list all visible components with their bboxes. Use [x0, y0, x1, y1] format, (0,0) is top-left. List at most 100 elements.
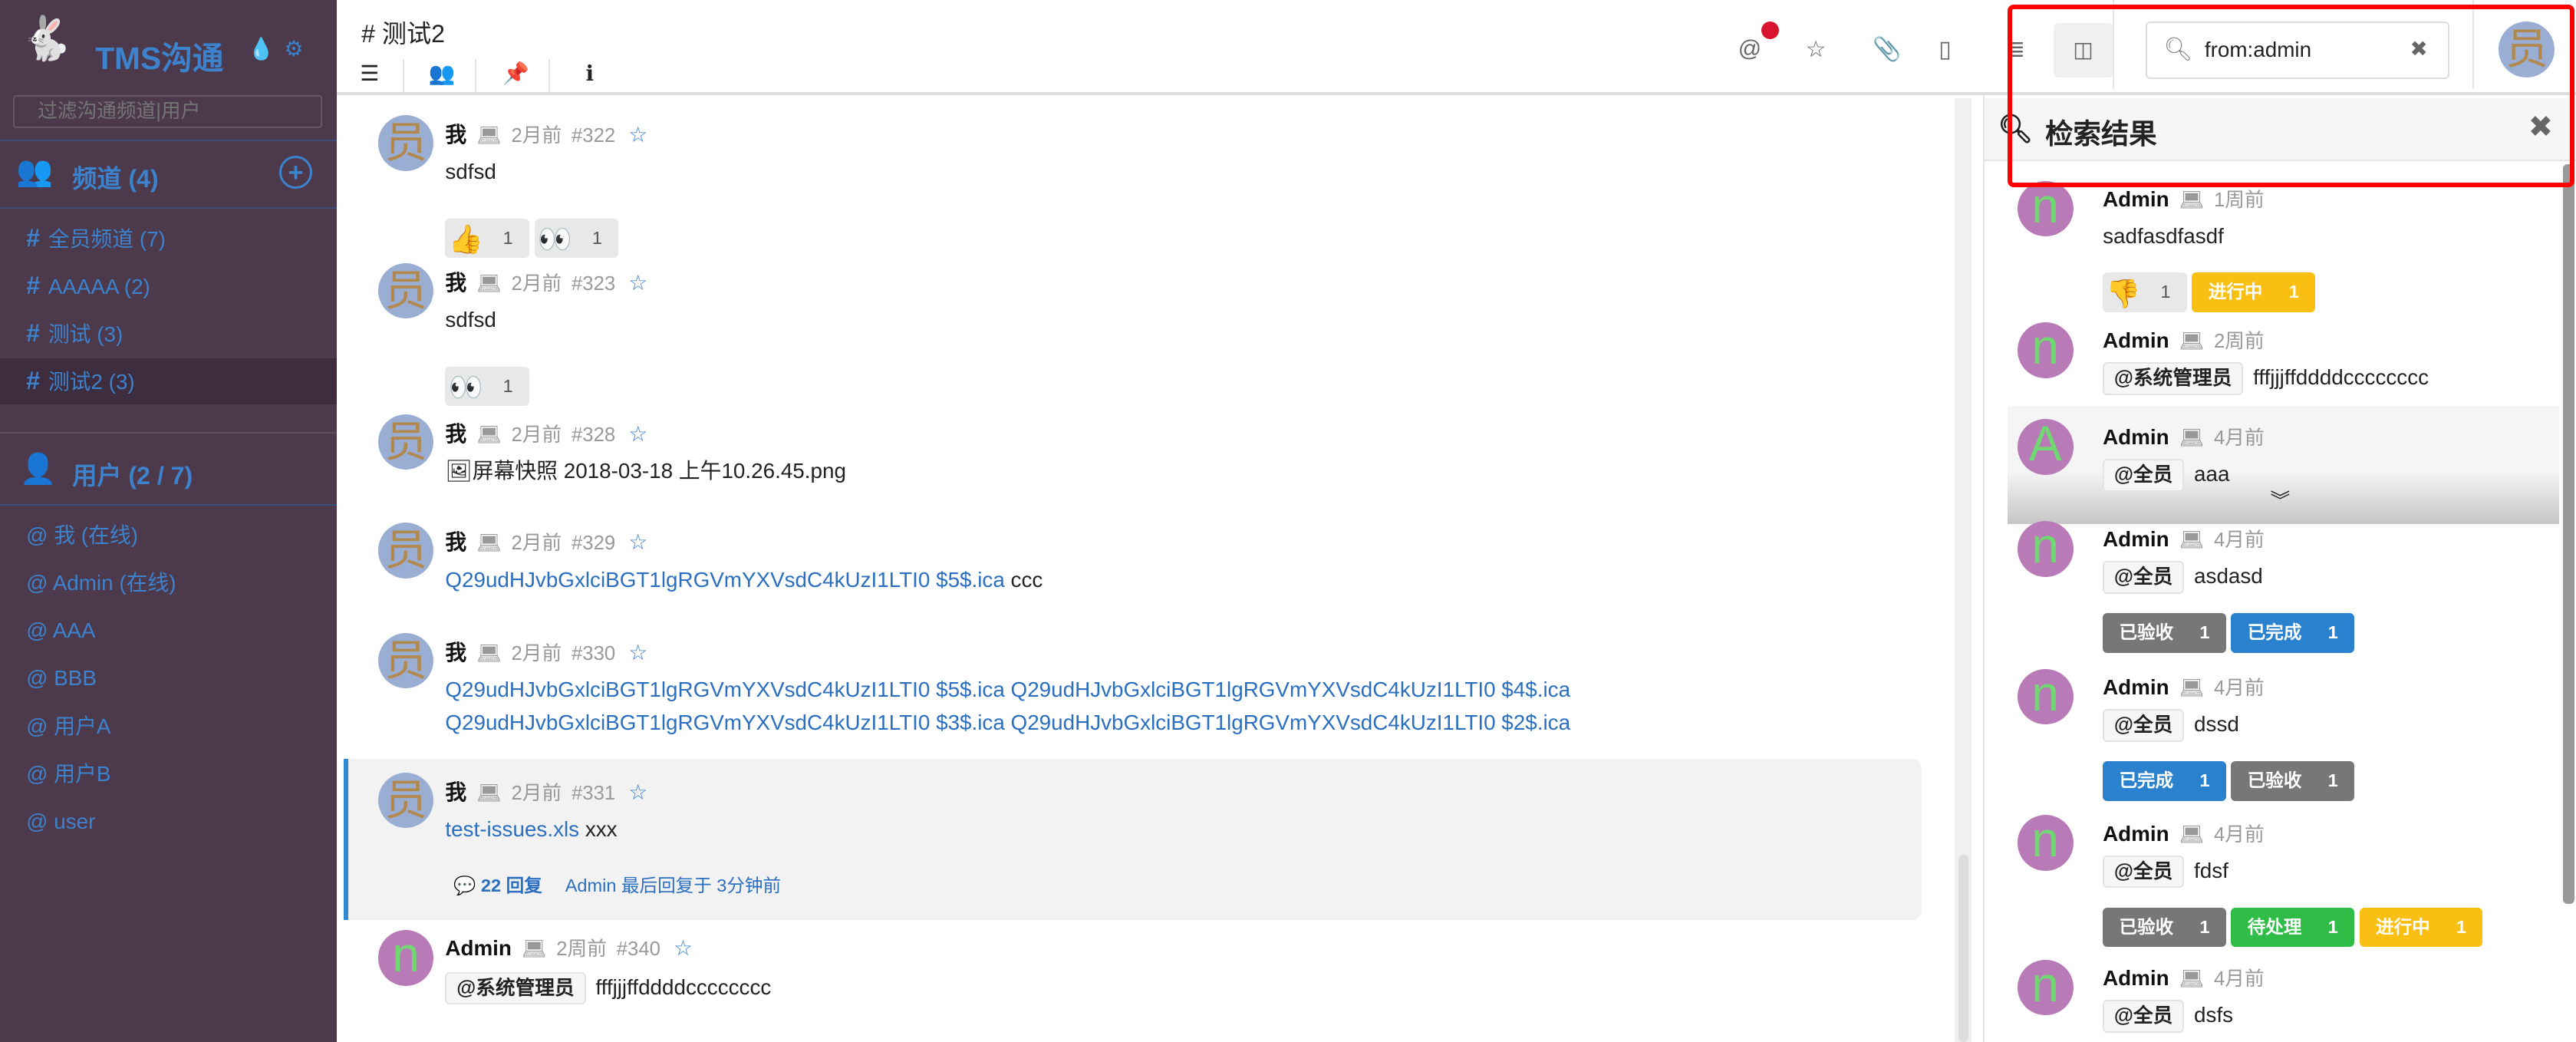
status-tag[interactable]: 已验收 1 [2103, 907, 2226, 948]
results-scrollbar-thumb[interactable] [2562, 164, 2574, 904]
tag-count: 1 [2456, 916, 2466, 937]
calendar-icon[interactable]: ▯ [1939, 36, 1952, 63]
avatar[interactable]: 员 [377, 523, 434, 579]
avatar[interactable]: A [2017, 419, 2074, 475]
avatar[interactable]: n [2017, 322, 2074, 378]
author-name[interactable]: 我 [445, 641, 466, 664]
message-text: ccc [1004, 567, 1043, 592]
avatar[interactable]: n [377, 930, 434, 986]
mention-tag[interactable]: @系统管理员 [445, 971, 586, 1005]
pin-icon[interactable]: 📌 [483, 59, 551, 92]
sidebar-user-item[interactable]: @ 我 (在线) [0, 513, 337, 559]
sidebar-user-item[interactable]: @ AAA [0, 608, 337, 654]
file-link[interactable]: Q29udHJvbGxlciBGT1lgRGVmYXVsdC4kUzI1LTI0… [445, 678, 1570, 734]
sidebar-user-item[interactable]: @ 用户B [0, 751, 337, 797]
message-text: dsfs [2194, 1003, 2234, 1027]
star-icon[interactable]: ☆ [1806, 36, 1827, 63]
avatar[interactable]: 员 [377, 632, 434, 689]
sidebar-user-item[interactable]: @ Admin (在线) [0, 560, 337, 606]
mention-tag[interactable]: @全员 [2103, 459, 2185, 493]
channel-user-filter-input[interactable] [13, 95, 322, 129]
avatar[interactable]: n [2017, 180, 2074, 237]
star-icon[interactable]: ☆ [674, 936, 693, 960]
status-tag[interactable]: 已完成 1 [2231, 613, 2355, 653]
status-tag[interactable]: 进行中 1 [2192, 272, 2316, 312]
reaction-button[interactable]: 👀 1 [445, 366, 530, 406]
emoji: 👎 [2106, 277, 2141, 309]
status-tag[interactable]: 待处理 1 [2231, 907, 2355, 948]
avatar[interactable]: n [2017, 668, 2074, 725]
status-tag[interactable]: 已验收 1 [2231, 761, 2355, 801]
author-name[interactable]: Admin [2103, 187, 2169, 211]
star-icon[interactable]: ☆ [628, 422, 647, 446]
avatar[interactable]: 员 [377, 114, 434, 171]
author-name[interactable]: Admin [2103, 966, 2169, 990]
mention-tag[interactable]: @系统管理员 [2103, 362, 2244, 395]
mention-tag[interactable]: @全员 [2103, 561, 2185, 594]
menu-icon[interactable]: ☰ [337, 59, 404, 92]
author-name[interactable]: Admin [2103, 527, 2169, 551]
author-name[interactable]: Admin [445, 936, 512, 960]
mentions-icon[interactable]: @ [1738, 36, 1761, 62]
author-name[interactable]: Admin [2103, 822, 2169, 846]
star-icon[interactable]: ☆ [628, 271, 647, 295]
status-tag[interactable]: 已完成 1 [2103, 761, 2226, 801]
author-name[interactable]: 我 [445, 123, 466, 147]
emoji: 👍 [448, 223, 483, 255]
file-link[interactable]: Q29udHJvbGxlciBGT1lgRGVmYXVsdC4kUzI1LTI0… [445, 568, 1004, 592]
message-header: Admin 💻︎ 4月前 [2103, 963, 2265, 991]
message-body: sadfasdfasdf 👎 1 进行中 1 [2103, 220, 2546, 312]
paperclip-icon[interactable]: 📎 [1873, 36, 1901, 63]
file-link[interactable]: test-issues.xls [445, 817, 579, 841]
sidebar-user-item[interactable]: @ 用户A [0, 704, 337, 750]
author-name[interactable]: 我 [445, 530, 466, 554]
sidebar-user-item[interactable]: @ BBB [0, 655, 337, 701]
star-icon[interactable]: ☆ [628, 530, 647, 554]
star-icon[interactable]: ☆ [628, 123, 647, 147]
add-channel-button[interactable]: + [279, 156, 312, 190]
author-name[interactable]: 我 [445, 780, 466, 804]
avatar[interactable]: 员 [377, 772, 434, 829]
sidebar-user-item[interactable]: @ user [0, 799, 337, 845]
sidebar-channel-item[interactable]: # 测试 (3) [0, 311, 337, 357]
avatar[interactable]: n [2017, 959, 2074, 1016]
avatar[interactable]: 员 [377, 262, 434, 319]
mention-tag[interactable]: @全员 [2103, 855, 2185, 889]
author-name[interactable]: 我 [445, 422, 466, 446]
avatar[interactable]: n [2017, 815, 2074, 872]
status-tag[interactable]: 进行中 1 [2359, 907, 2483, 948]
message-scrollbar-thumb[interactable] [1958, 854, 1968, 1042]
mention-tag[interactable]: @全员 [2103, 709, 2185, 742]
author-name[interactable]: Admin [2103, 328, 2169, 352]
device-laptop-icon: 💻︎ [476, 642, 502, 664]
reaction-button[interactable]: 👍 1 [445, 218, 530, 259]
info-icon[interactable]: ℹ [557, 59, 623, 92]
at-icon: @ [26, 523, 54, 548]
reaction-row: 👀 1 [445, 366, 1923, 406]
star-icon[interactable]: ☆ [628, 780, 647, 804]
avatar[interactable]: 员 [377, 414, 434, 470]
theme-drop-icon[interactable]: 💧 [248, 36, 275, 61]
channels-section-header: 👥 频道 (4) + [0, 140, 338, 209]
star-icon[interactable]: ☆ [628, 641, 647, 664]
mention-tag[interactable]: @全员 [2103, 1000, 2185, 1033]
sidebar-channel-item[interactable]: # 全员频道 (7) [0, 216, 337, 262]
message-list: 员我 💻︎ 2月前 #322 ☆ sdfsd 👍 1 👀 1 员我 💻︎ 2月前 #323 ☆ sdfsd 👀 1… [337, 98, 1983, 1042]
avatar[interactable]: n [2017, 520, 2074, 577]
timestamp: 2月前 [511, 424, 562, 446]
author-name[interactable]: Admin [2103, 675, 2169, 699]
status-tag[interactable]: 已验收 1 [2103, 613, 2226, 653]
emoji: 👀 [537, 223, 573, 255]
message-id: #328 [572, 424, 616, 446]
reaction-button[interactable]: 👎 1 [2103, 272, 2187, 312]
reply-count[interactable]: 22 回复 [481, 875, 542, 895]
members-icon[interactable]: 👥 [409, 59, 476, 92]
settings-gears-icon[interactable]: ⚙ [284, 36, 303, 61]
message-id: #322 [572, 125, 616, 147]
reaction-button[interactable]: 👀 1 [534, 218, 619, 259]
author-name[interactable]: Admin [2103, 425, 2169, 449]
thread-summary[interactable]: 💬 22 回复 Admin 最后回复于 3分钟前 [445, 869, 1923, 902]
author-name[interactable]: 我 [445, 271, 466, 295]
sidebar-channel-item[interactable]: # AAAAA (2) [0, 263, 337, 309]
sidebar-channel-item[interactable]: # 测试2 (3) [0, 358, 338, 404]
